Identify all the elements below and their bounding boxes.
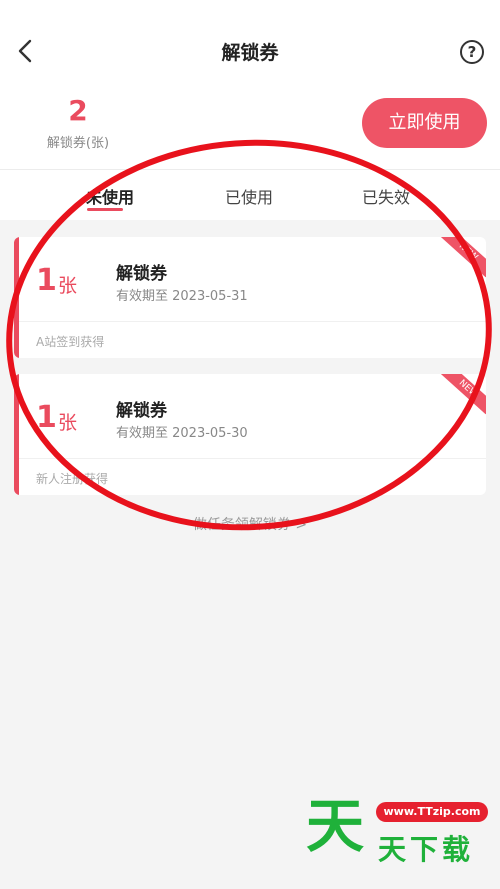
coupon-card[interactable]: 1 张 解锁券 有效期至 2023-05-31 A站签到获得 NEW bbox=[14, 237, 486, 358]
new-badge: NEW bbox=[441, 374, 486, 415]
tab-expired[interactable]: 已失效 bbox=[336, 184, 436, 208]
coupon-card[interactable]: 1 张 解锁券 有效期至 2023-05-30 新人注册获得 NEW bbox=[14, 374, 486, 495]
coupon-count: 2 bbox=[68, 94, 88, 127]
card-accent-stripe bbox=[14, 374, 19, 495]
tab-unused[interactable]: 未使用 bbox=[60, 184, 160, 208]
coupon-source: A站签到获得 bbox=[36, 335, 105, 349]
coupon-validity: 有效期至 2023-05-31 bbox=[116, 289, 248, 304]
coupon-quantity: 1 bbox=[36, 263, 57, 298]
coupon-unit: 张 bbox=[58, 412, 78, 434]
coupon-quantity: 1 bbox=[36, 400, 57, 435]
card-accent-stripe bbox=[14, 237, 19, 358]
coupon-validity: 有效期至 2023-05-30 bbox=[116, 426, 248, 441]
coupon-unit: 张 bbox=[58, 275, 78, 297]
use-now-button[interactable]: 立即使用 bbox=[362, 98, 487, 148]
help-icon[interactable]: ? bbox=[460, 40, 484, 64]
tab-used[interactable]: 已使用 bbox=[199, 184, 299, 208]
top-bar: 解锁券 ? bbox=[0, 0, 500, 100]
watermark-text: 天下载 bbox=[378, 833, 475, 866]
coupon-summary: 2 解锁券(张) 立即使用 bbox=[0, 94, 500, 170]
coupon-name: 解锁券 bbox=[116, 401, 167, 421]
coupon-source: 新人注册获得 bbox=[36, 472, 109, 486]
page-title: 解锁券 bbox=[221, 42, 279, 64]
new-badge: NEW bbox=[441, 237, 486, 278]
card-divider bbox=[19, 321, 486, 322]
watermark-url: www.TTzip.com bbox=[376, 802, 488, 822]
tab-bar: 未使用 已使用 已失效 bbox=[0, 170, 500, 220]
coupon-name: 解锁券 bbox=[116, 264, 167, 284]
earn-coupons-link[interactable]: 做任务领解锁券 > bbox=[0, 514, 500, 534]
card-divider bbox=[19, 458, 486, 459]
site-watermark-logo: 天 www.TTzip.com 天下载 bbox=[302, 796, 492, 866]
watermark-big-glyph: 天 bbox=[306, 792, 365, 860]
tab-active-indicator bbox=[87, 208, 123, 211]
coupon-count-label: 解锁券(张) bbox=[46, 136, 110, 151]
